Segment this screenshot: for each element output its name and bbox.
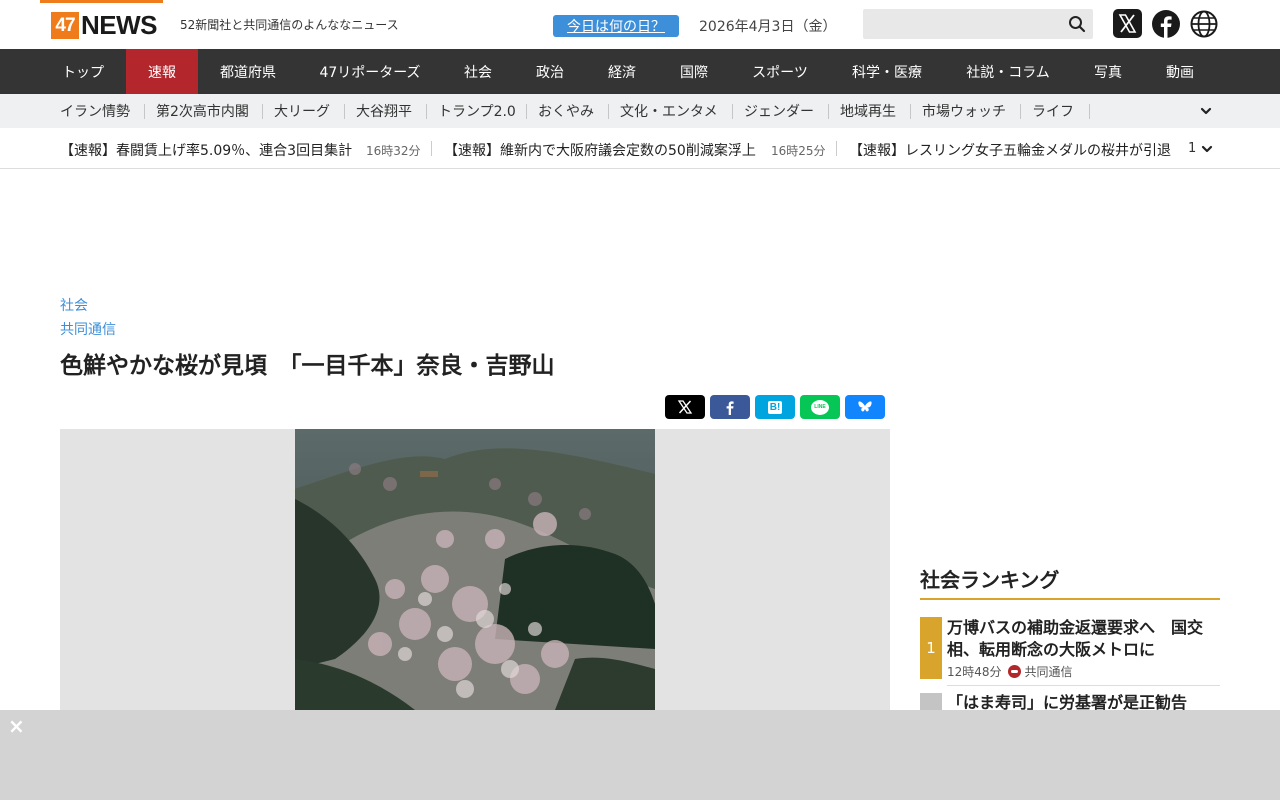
nav-item-photo[interactable]: 写真 (1072, 49, 1144, 94)
hatena-icon: B! (767, 400, 783, 414)
topic-item-takaichi[interactable]: 第2次高市内閣 (156, 94, 249, 128)
site-tagline: 52新聞社と共同通信のよんななニュース (180, 18, 399, 32)
article-category[interactable]: 社会 (60, 295, 88, 315)
share-bluesky-button[interactable] (845, 395, 885, 419)
ticker-count: 1 (1188, 141, 1197, 156)
article-headline: 色鮮やかな桜が見頃 「一目千本」奈良・吉野山 (60, 353, 555, 379)
nav-item-science[interactable]: 科学・医療 (830, 49, 944, 94)
main-nav: トップ 速報 都道府県 47リポーターズ 社会 政治 経済 国際 スポーツ 科学… (0, 49, 1280, 94)
nav-item-prefectures[interactable]: 都道府県 (198, 49, 298, 94)
topic-item-ohtani[interactable]: 大谷翔平 (356, 94, 412, 128)
bottom-ad-overlay: × (0, 710, 1280, 800)
nav-item-breaking[interactable]: 速報 (126, 49, 198, 94)
ranking-item-time: 12時48分 (947, 665, 1002, 679)
rank-badge (920, 693, 942, 710)
nav-item-economy[interactable]: 経済 (586, 49, 658, 94)
nav-item-video[interactable]: 動画 (1144, 49, 1216, 94)
divider (910, 104, 911, 119)
share-x-button[interactable] (665, 395, 705, 419)
ranking-underline (920, 598, 1220, 600)
divider (1020, 104, 1021, 119)
ranking-item-meta: 12時48分 共同通信 (947, 663, 1073, 680)
ticker-time: 16時25分 (771, 144, 826, 158)
ranking-item-headline[interactable]: 万博バスの補助金返還要求へ 国交相、転用断念の大阪メトロに (947, 617, 1217, 661)
share-hatena-button[interactable]: B! (755, 395, 795, 419)
ranking-item-source: 共同通信 (1024, 665, 1073, 679)
topic-item-life[interactable]: ライフ (1032, 94, 1074, 128)
current-date: 2026年4月3日（金） (699, 19, 837, 35)
site-header: 47 NEWS 52新聞社と共同通信のよんななニュース 今日は何の日？ 2026… (0, 0, 1280, 49)
divider (144, 104, 145, 119)
bluesky-icon (858, 401, 872, 412)
divider (426, 104, 427, 119)
logo-word: NEWS (81, 10, 158, 40)
topic-item-iran[interactable]: イラン情勢 (60, 94, 130, 128)
divider (431, 141, 432, 156)
search-input[interactable] (863, 9, 1053, 39)
line-icon: LINE (811, 399, 829, 415)
topic-item-market[interactable]: 市場ウォッチ (922, 94, 1006, 128)
chevron-down-icon[interactable] (1199, 104, 1213, 118)
article-source[interactable]: 共同通信 (60, 319, 116, 339)
topic-item-gender[interactable]: ジェンダー (744, 94, 814, 128)
nav-item-top[interactable]: トップ (40, 49, 126, 94)
divider (344, 104, 345, 119)
divider (608, 104, 609, 119)
topic-item-mlb[interactable]: 大リーグ (274, 94, 330, 128)
nav-item-international[interactable]: 国際 (658, 49, 730, 94)
ticker-headline[interactable]: 【速報】維新内で大阪府議会定数の50削減案浮上 (444, 140, 756, 160)
ranking-title: 社会ランキング (920, 568, 1060, 592)
topic-item-regional[interactable]: 地域再生 (840, 94, 896, 128)
facebook-icon[interactable] (1152, 10, 1180, 38)
kyodo-logo-icon (1007, 665, 1021, 678)
topic-item-culture[interactable]: 文化・エンタメ (620, 94, 718, 128)
divider (262, 104, 263, 119)
rank-badge: 1 (920, 617, 942, 679)
nav-item-editorial[interactable]: 社説・コラム (944, 49, 1072, 94)
globe-icon[interactable] (1190, 10, 1218, 38)
divider (1089, 104, 1090, 119)
x-icon (677, 400, 693, 414)
logo-number: 47 (51, 12, 79, 39)
logo-accent-bar (40, 0, 163, 3)
divider (947, 685, 1220, 686)
search-box (863, 9, 1093, 39)
facebook-icon (726, 401, 734, 415)
nav-item-society[interactable]: 社会 (442, 49, 514, 94)
ticker-headline[interactable]: 【速報】春闘賃上げ率5.09％、連合3回目集計 (60, 140, 352, 160)
share-facebook-button[interactable] (710, 395, 750, 419)
x-icon[interactable] (1113, 9, 1142, 38)
today-button[interactable]: 今日は何の日？ (553, 15, 679, 37)
divider (526, 104, 527, 119)
topic-nav: イラン情勢 第2次高市内閣 大リーグ 大谷翔平 トランプ2.0 おくやみ 文化・… (0, 94, 1280, 128)
topic-item-trump[interactable]: トランプ2.0 (438, 94, 516, 128)
divider (836, 141, 837, 156)
nav-item-47reporters[interactable]: 47リポーターズ (298, 49, 442, 94)
search-icon[interactable] (1067, 14, 1087, 34)
close-icon[interactable]: × (8, 716, 25, 736)
topic-item-obituaries[interactable]: おくやみ (538, 94, 594, 128)
site-logo[interactable]: 47 NEWS (51, 10, 158, 40)
article-photo[interactable] (295, 429, 655, 710)
ticker-headline[interactable]: 【速報】レスリング女子五輪金メダルの桜井が引退 (849, 140, 1175, 160)
nav-item-politics[interactable]: 政治 (514, 49, 586, 94)
divider (732, 104, 733, 119)
breaking-news-ticker: 【速報】春闘賃上げ率5.09％、連合3回目集計 16時32分 【速報】維新内で大… (0, 128, 1280, 169)
chevron-down-icon[interactable] (1200, 142, 1214, 156)
share-line-button[interactable]: LINE (800, 395, 840, 419)
divider (828, 104, 829, 119)
ticker-time: 16時32分 (366, 144, 421, 158)
nav-item-sports[interactable]: スポーツ (730, 49, 830, 94)
